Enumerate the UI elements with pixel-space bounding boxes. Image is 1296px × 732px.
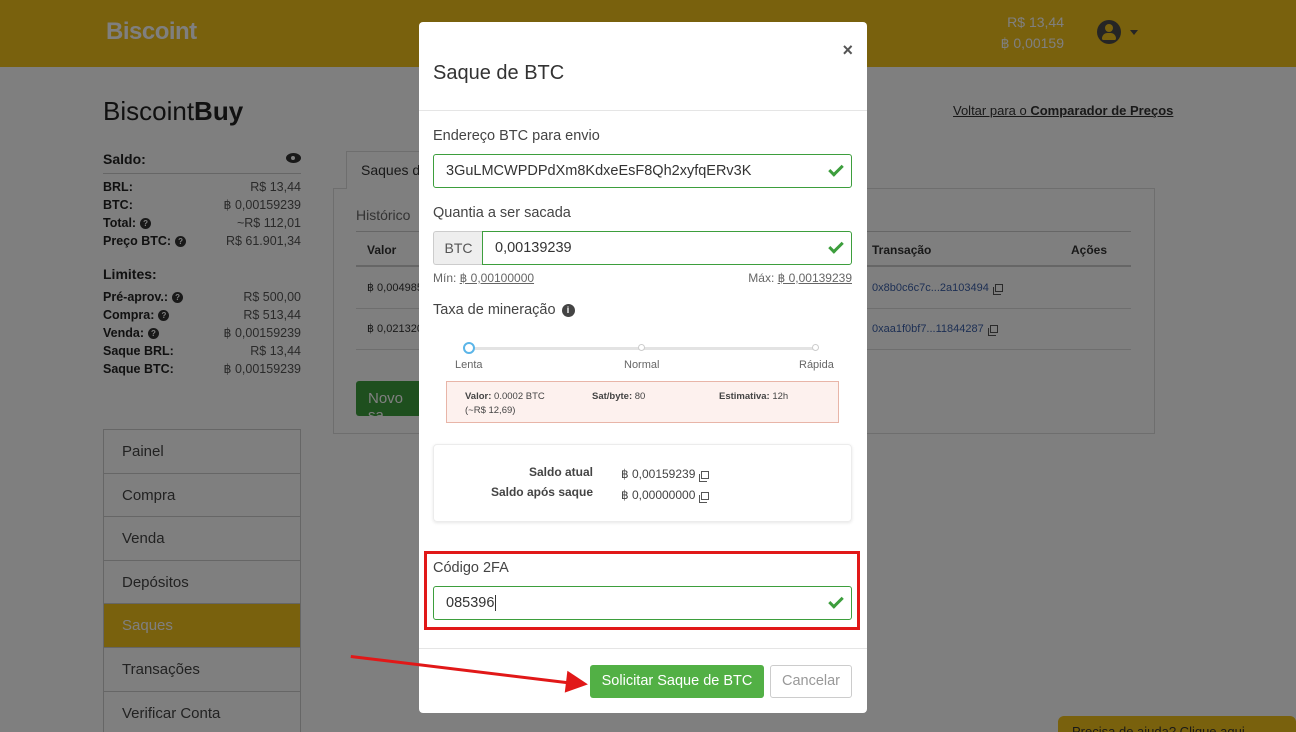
saldo-apos-label: Saldo após saque <box>490 485 593 499</box>
min-value: ฿ 0,00100000 <box>459 271 535 285</box>
amount-value: 0,00139239 <box>495 240 572 256</box>
fee-option-normal[interactable]: Normal <box>624 359 659 371</box>
check-icon <box>828 161 844 177</box>
fee-slider-stop-rapida[interactable] <box>812 344 819 351</box>
amount-input[interactable]: 0,00139239 <box>482 231 852 265</box>
fee-sat-label: Sat/byte: <box>592 391 633 402</box>
address-label: Endereço BTC para envio <box>433 128 600 144</box>
check-icon <box>828 593 844 609</box>
fee-valor: Valor: 0.0002 BTC (~R$ 12,69) <box>465 390 545 418</box>
max-amount[interactable]: Máx: ฿ 0,00139239 <box>748 271 852 285</box>
fee-valor-value: 0.0002 BTC <box>494 391 545 402</box>
fee-est-value: 12h <box>772 391 789 402</box>
modal-header-divider <box>419 110 867 111</box>
fee-sat-value: 80 <box>634 391 646 402</box>
min-amount[interactable]: Mín: ฿ 0,00100000 <box>433 271 534 285</box>
text-cursor <box>495 595 497 611</box>
fee-valor-brl: (~R$ 12,69) <box>465 405 516 416</box>
fee-label: Taxa de mineração i <box>433 302 575 318</box>
fee-details: Valor: 0.0002 BTC (~R$ 12,69) Sat/byte: … <box>446 381 839 423</box>
annotation-arrow-head <box>564 670 590 696</box>
min-prefix: Mín: <box>433 271 460 285</box>
modal-title: Saque de BTC <box>433 62 565 84</box>
btc-addon: BTC <box>433 231 483 265</box>
saldo-apos-value: ฿ 0,00000000 <box>621 488 710 503</box>
fee-slider-handle[interactable] <box>463 342 475 354</box>
fee-estimate: Estimativa: 12h <box>719 390 788 404</box>
btc-withdraw-modal: × Saque de BTC Endereço BTC para envio 3… <box>419 22 867 713</box>
saldo-atual-label: Saldo atual <box>528 465 593 479</box>
btc-address-value: 3GuLMCWPDPdXm8KdxeEsF8Qh2xyfqERv3K <box>446 163 752 179</box>
cancel-button[interactable]: Cancelar <box>770 665 852 698</box>
fee-satbyte: Sat/byte: 80 <box>592 390 645 404</box>
twofa-input[interactable]: 085396 <box>433 586 852 620</box>
max-prefix: Máx: <box>748 271 778 285</box>
modal-footer-divider <box>419 648 867 649</box>
fee-option-lenta[interactable]: Lenta <box>455 359 483 371</box>
close-icon[interactable]: × <box>842 40 853 61</box>
max-value: ฿ 0,00139239 <box>777 271 852 285</box>
saldo-apos-amount: ฿ 0,00000000 <box>621 488 696 502</box>
saldo-atual-value: ฿ 0,00159239 <box>621 467 710 482</box>
fee-est-label: Estimativa: <box>719 391 770 402</box>
fee-valor-label: Valor: <box>465 391 492 402</box>
copy-icon[interactable] <box>699 491 710 503</box>
twofa-value: 085396 <box>446 595 495 611</box>
copy-icon[interactable] <box>699 470 710 482</box>
submit-withdraw-button[interactable]: Solicitar Saque de BTC <box>590 665 764 698</box>
balance-summary-card: Saldo atual ฿ 0,00159239 Saldo após saqu… <box>433 444 852 522</box>
fee-slider-stop-normal[interactable] <box>638 344 645 351</box>
check-icon <box>828 238 844 254</box>
info-icon[interactable]: i <box>561 303 575 317</box>
amount-label: Quantia a ser sacada <box>433 205 571 221</box>
saldo-atual-amount: ฿ 0,00159239 <box>621 467 696 481</box>
fee-option-rapida[interactable]: Rápida <box>799 359 834 371</box>
twofa-label: Código 2FA <box>433 560 509 576</box>
btc-address-input[interactable]: 3GuLMCWPDPdXm8KdxeEsF8Qh2xyfqERv3K <box>433 154 852 188</box>
fee-label-text: Taxa de mineração <box>433 302 556 318</box>
